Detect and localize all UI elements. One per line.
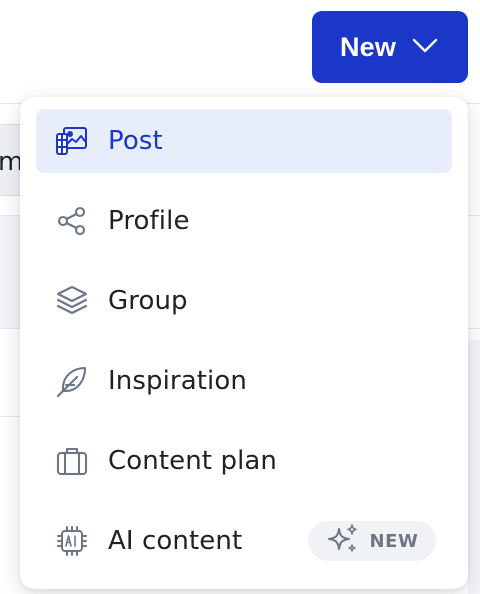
menu-item-ai-content[interactable]: AI content NEW xyxy=(36,509,452,573)
share-nodes-icon xyxy=(54,204,90,238)
new-dropdown-menu: Post Profile Group Inspiration Content p… xyxy=(20,97,468,589)
layers-icon xyxy=(54,284,90,318)
menu-item-content-plan[interactable]: Content plan xyxy=(36,429,452,493)
new-badge-label: NEW xyxy=(369,530,419,552)
background-panel xyxy=(0,216,22,328)
menu-item-group[interactable]: Group xyxy=(36,269,452,333)
sparkle-icon xyxy=(325,521,361,562)
menu-item-label: Profile xyxy=(108,206,190,236)
chevron-down-icon xyxy=(410,30,440,65)
briefcase-icon xyxy=(54,444,90,478)
new-button[interactable]: New xyxy=(312,11,468,83)
menu-item-label: Group xyxy=(108,286,188,316)
menu-item-post[interactable]: Post xyxy=(36,109,452,173)
ai-chip-icon xyxy=(54,524,90,558)
feather-icon xyxy=(54,364,90,398)
new-badge: NEW xyxy=(308,521,436,561)
menu-item-label: Inspiration xyxy=(108,366,247,396)
menu-item-profile[interactable]: Profile xyxy=(36,189,452,253)
menu-item-label: Content plan xyxy=(108,446,278,476)
new-button-label: New xyxy=(339,31,397,62)
menu-item-inspiration[interactable]: Inspiration xyxy=(36,349,452,413)
background-panel xyxy=(468,340,480,594)
post-media-icon xyxy=(54,124,90,158)
menu-item-label: AI content xyxy=(108,526,243,556)
menu-item-label: Post xyxy=(108,126,163,156)
